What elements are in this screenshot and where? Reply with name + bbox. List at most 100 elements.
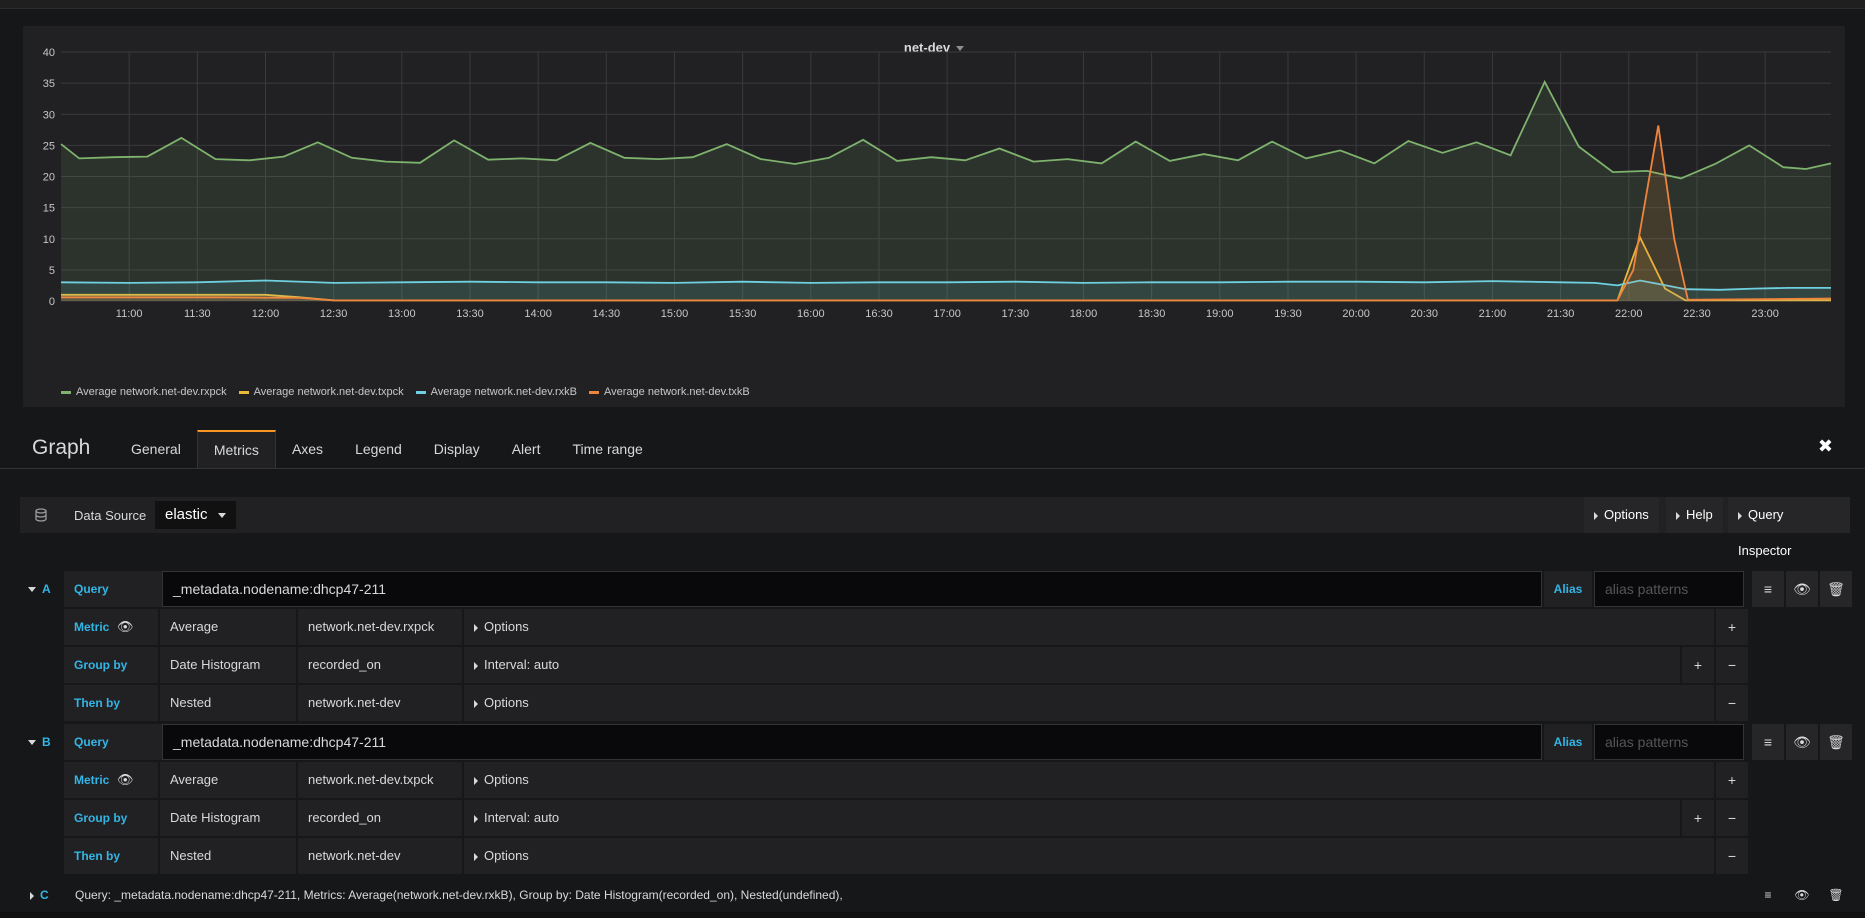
eye-icon[interactable]: 👁: [117, 609, 134, 645]
thenby-field-text: network.net-dev: [308, 848, 401, 863]
y-tick-label: 30: [43, 109, 55, 121]
editor-tabs: General Metrics Axes Legend Display Alert Time…: [115, 430, 659, 468]
query-input[interactable]: _metadata.nodename:dhcp47-211: [162, 571, 1542, 607]
add-groupby-icon[interactable]: +: [1682, 647, 1714, 683]
groupby-type[interactable]: Date Histogram: [160, 647, 296, 683]
query-input[interactable]: _metadata.nodename:dhcp47-211: [162, 724, 1542, 760]
x-tick-label: 18:00: [1070, 308, 1098, 320]
groupby-type-text: Date Histogram: [170, 810, 261, 825]
groupby-field[interactable]: recorded_on: [298, 800, 462, 836]
close-icon[interactable]: ✖: [1818, 436, 1833, 457]
remove-groupby-icon[interactable]: −: [1716, 800, 1748, 836]
remove-groupby-icon[interactable]: −: [1716, 647, 1748, 683]
thenby-type[interactable]: Nested: [160, 685, 296, 721]
tab-display[interactable]: Display: [418, 430, 496, 468]
metric-options[interactable]: Options: [464, 609, 1714, 645]
legend-label[interactable]: Average network.net-dev.rxkB: [431, 386, 577, 398]
thenby-type[interactable]: Nested: [160, 838, 296, 874]
menu-icon[interactable]: ≡: [1752, 571, 1784, 607]
groupby-options-text: Interval: auto: [484, 657, 560, 672]
y-tick-label: 5: [49, 265, 55, 277]
options-button[interactable]: Options: [1584, 497, 1659, 533]
x-tick-label: 19:00: [1206, 308, 1234, 320]
legend-label[interactable]: Average network.net-dev.rxpck: [76, 386, 227, 398]
caret-right-icon: [474, 661, 478, 670]
groupby-field[interactable]: recorded_on: [298, 647, 462, 683]
caret-right-icon: [1676, 511, 1680, 520]
groupby-row: Group by Date Histogram recorded_on Inte…: [64, 647, 1750, 683]
menu-icon[interactable]: ≡: [1752, 880, 1784, 910]
collapse-caret-icon[interactable]: [28, 587, 36, 593]
tab-axes[interactable]: Axes: [276, 430, 339, 468]
x-tick-label: 14:00: [524, 308, 552, 320]
metric-type[interactable]: Average: [160, 762, 296, 798]
caret-right-icon: [474, 776, 478, 785]
tab-legend[interactable]: Legend: [339, 430, 418, 468]
query-c-collapsed[interactable]: C Query: _metadata.nodename:dhcp47-211, …: [20, 880, 1850, 910]
legend-item[interactable]: Average network.net-dev.rxkB: [415, 386, 577, 398]
datasource-select[interactable]: elastic: [155, 501, 236, 529]
thenby-options[interactable]: Options: [464, 838, 1714, 874]
x-tick-label: 12:00: [252, 308, 280, 320]
thenby-field[interactable]: network.net-dev: [298, 685, 462, 721]
trash-icon[interactable]: 🗑: [1820, 880, 1852, 910]
metric-type[interactable]: Average: [160, 609, 296, 645]
metric-field[interactable]: network.net-dev.rxpck: [298, 609, 462, 645]
groupby-label: Group by: [74, 811, 128, 825]
remove-thenby-icon[interactable]: −: [1716, 685, 1748, 721]
thenby-field[interactable]: network.net-dev: [298, 838, 462, 874]
metric-label: Metric: [74, 773, 110, 787]
expand-caret-icon[interactable]: [30, 891, 34, 900]
editor-title: Graph: [32, 436, 91, 459]
remove-thenby-icon[interactable]: −: [1716, 838, 1748, 874]
tab-time-range[interactable]: Time range: [556, 430, 658, 468]
metric-field[interactable]: network.net-dev.txpck: [298, 762, 462, 798]
legend-swatch-icon: [588, 390, 599, 394]
eye-icon[interactable]: 👁: [1786, 571, 1818, 607]
trash-icon[interactable]: 🗑: [1820, 571, 1852, 607]
add-metric-icon[interactable]: +: [1716, 609, 1748, 645]
thenby-row: Then by Nested network.net-dev Options −: [64, 838, 1750, 874]
query-inspector-label: Query Inspector: [1738, 507, 1792, 558]
alias-input[interactable]: alias patterns: [1594, 571, 1744, 607]
y-tick-label: 0: [49, 296, 55, 308]
add-groupby-icon[interactable]: +: [1682, 800, 1714, 836]
groupby-type[interactable]: Date Histogram: [160, 800, 296, 836]
trash-icon[interactable]: 🗑: [1820, 724, 1852, 760]
legend-item[interactable]: Average network.net-dev.txkB: [588, 386, 750, 398]
thenby-options[interactable]: Options: [464, 685, 1714, 721]
eye-icon[interactable]: 👁: [117, 762, 134, 798]
graph-panel: net-dev 0 5 10 15 20 25 30 35 40 11:00 11:30 12:00 1…: [23, 26, 1845, 407]
legend-label[interactable]: Average network.net-dev.txpck: [254, 386, 404, 398]
x-tick-label: 11:00: [116, 308, 143, 320]
help-button-label: Help: [1686, 507, 1713, 522]
alias-input[interactable]: alias patterns: [1594, 724, 1744, 760]
legend-item[interactable]: Average network.net-dev.rxpck: [61, 386, 227, 398]
eye-icon[interactable]: 👁: [1786, 724, 1818, 760]
help-button[interactable]: Help: [1666, 497, 1723, 533]
groupby-options[interactable]: Interval: auto: [464, 800, 1680, 836]
query-summary: Query: _metadata.nodename:dhcp47-211, Me…: [75, 888, 843, 902]
chevron-down-icon[interactable]: [217, 512, 226, 518]
legend-label[interactable]: Average network.net-dev.txkB: [604, 386, 750, 398]
thenby-row: Then by Nested network.net-dev Options −: [64, 685, 1750, 721]
query-ref-toggle[interactable]: C: [30, 880, 49, 910]
x-tick-label: 21:30: [1547, 308, 1575, 320]
menu-icon[interactable]: ≡: [1752, 724, 1784, 760]
datasource-value[interactable]: elastic: [165, 506, 208, 523]
y-tick-label: 15: [43, 203, 55, 215]
groupby-options[interactable]: Interval: auto: [464, 647, 1680, 683]
query-ref-toggle[interactable]: A: [20, 571, 62, 607]
add-metric-icon[interactable]: +: [1716, 762, 1748, 798]
eye-icon[interactable]: 👁: [1786, 880, 1818, 910]
metric-options[interactable]: Options: [464, 762, 1714, 798]
query-inspector-button[interactable]: Query Inspector: [1728, 497, 1850, 558]
x-tick-label: 14:30: [593, 308, 621, 320]
thenby-label: Then by: [74, 696, 121, 710]
query-ref-toggle[interactable]: B: [20, 724, 62, 760]
tab-alert[interactable]: Alert: [496, 430, 557, 468]
tab-general[interactable]: General: [115, 430, 197, 468]
collapse-caret-icon[interactable]: [28, 740, 36, 746]
legend-item[interactable]: Average network.net-dev.txpck: [238, 386, 404, 398]
tab-metrics[interactable]: Metrics: [196, 430, 276, 468]
